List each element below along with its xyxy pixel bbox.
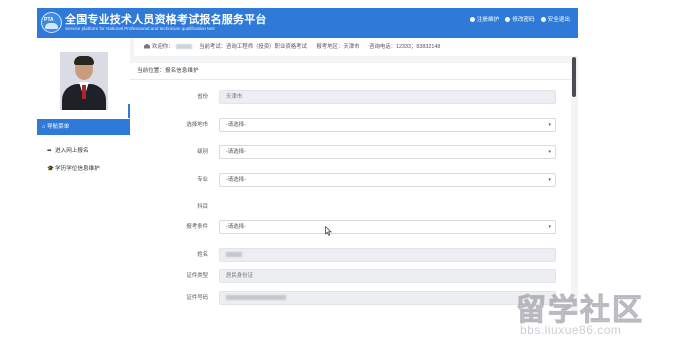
watermark: 留学社区 bbs.liuxue86.com	[510, 285, 670, 345]
level-select[interactable]: -请选择- ▾	[219, 145, 556, 159]
nav-menu-title: ⌂ 导航菜单	[37, 119, 130, 135]
form-row-conditions: 报考条件 -请选择- ▾	[130, 220, 571, 234]
blurred-username	[175, 43, 192, 49]
form-row-level: 级别 -请选择- ▾	[130, 145, 571, 159]
sidebar-item-online-registration[interactable]: ➦ 进入网上报名	[37, 142, 130, 160]
conditions-select[interactable]: -请选择- ▾	[219, 220, 556, 234]
breadcrumb: 当前位置：报名信息维护	[130, 63, 571, 80]
dropdown-arrow-icon: ▾	[548, 122, 551, 128]
form-row-id-number: 证件号码	[130, 291, 571, 305]
hotline: 咨询电话：12333；83832148	[369, 44, 441, 50]
province-field: 天津市	[219, 90, 556, 104]
logout-link[interactable]: 安全退出	[540, 15, 570, 23]
power-icon	[540, 16, 546, 22]
platform-title: 全国专业技术人员资格考试报名服务平台	[65, 14, 267, 26]
page: PTA 全国专业技术人员资格考试报名服务平台 Service platform …	[0, 0, 681, 352]
change-password-link[interactable]: 修改密码	[505, 15, 535, 23]
blurred-id-number	[226, 294, 286, 300]
dropdown-arrow-icon: ▾	[548, 224, 551, 230]
graduation-cap-icon: 🎓	[47, 166, 54, 172]
form-row-province: 省份 天津市	[130, 90, 571, 104]
info-icon	[469, 16, 475, 22]
scrollbar[interactable]	[572, 57, 576, 97]
id-type-field: 居民身份证	[219, 269, 556, 283]
platform-subtitle: Service platform for National Profession…	[65, 26, 215, 31]
form-row-major: 专业 -请选择- ▾	[130, 173, 571, 187]
exam-region: 报考地区：天津市	[316, 44, 360, 50]
top-header: PTA 全国专业技术人员资格考试报名服务平台 Service platform …	[37, 8, 578, 38]
sidebar-item-education-info[interactable]: 🎓学历学位信息维护	[37, 160, 130, 178]
arrow-icon: ➦	[47, 148, 52, 154]
form-row-name: 姓名	[130, 248, 571, 262]
name-field	[219, 248, 556, 262]
exam-info-bar: 欢迎你： 当前考试：咨询工程师（投资）职业资格考试 报考地区：天津市 咨询电话：…	[134, 38, 578, 56]
id-number-field	[219, 291, 556, 305]
registration-form-panel: 当前位置：报名信息维护 省份 天津市 选择地市 -请选择- ▾ 级别 -请选择- ▾…	[130, 63, 571, 311]
header-links: 注册维护 修改密码 安全退出	[469, 15, 570, 23]
home-icon	[144, 43, 150, 49]
blurred-name	[226, 251, 242, 257]
dropdown-arrow-icon: ▾	[548, 177, 551, 183]
browser-viewport: PTA 全国专业技术人员资格考试报名服务平台 Service platform …	[37, 8, 578, 311]
register-maintain-link[interactable]: 注册维护	[469, 15, 499, 23]
form-row-city: 选择地市 -请选择- ▾	[130, 118, 571, 132]
current-exam: 当前考试：咨询工程师（投资）职业资格考试	[199, 44, 307, 50]
form-row-subject: 科目	[197, 204, 208, 210]
city-select[interactable]: -请选择- ▾	[219, 118, 556, 132]
mouse-cursor-icon	[325, 226, 332, 236]
edit-icon	[505, 16, 511, 22]
form-row-id-type: 证件类型 居民身份证	[130, 269, 571, 283]
major-select[interactable]: -请选择- ▾	[219, 173, 556, 187]
sidebar: ⌂ 导航菜单 ➦ 进入网上报名 🎓学历学位信息维护	[37, 38, 130, 311]
dropdown-arrow-icon: ▾	[548, 149, 551, 155]
avatar	[60, 52, 108, 110]
platform-logo-icon: PTA	[41, 12, 62, 33]
logo-text: PTA	[44, 17, 54, 23]
watermark-url: bbs.liuxue86.com	[520, 323, 622, 337]
